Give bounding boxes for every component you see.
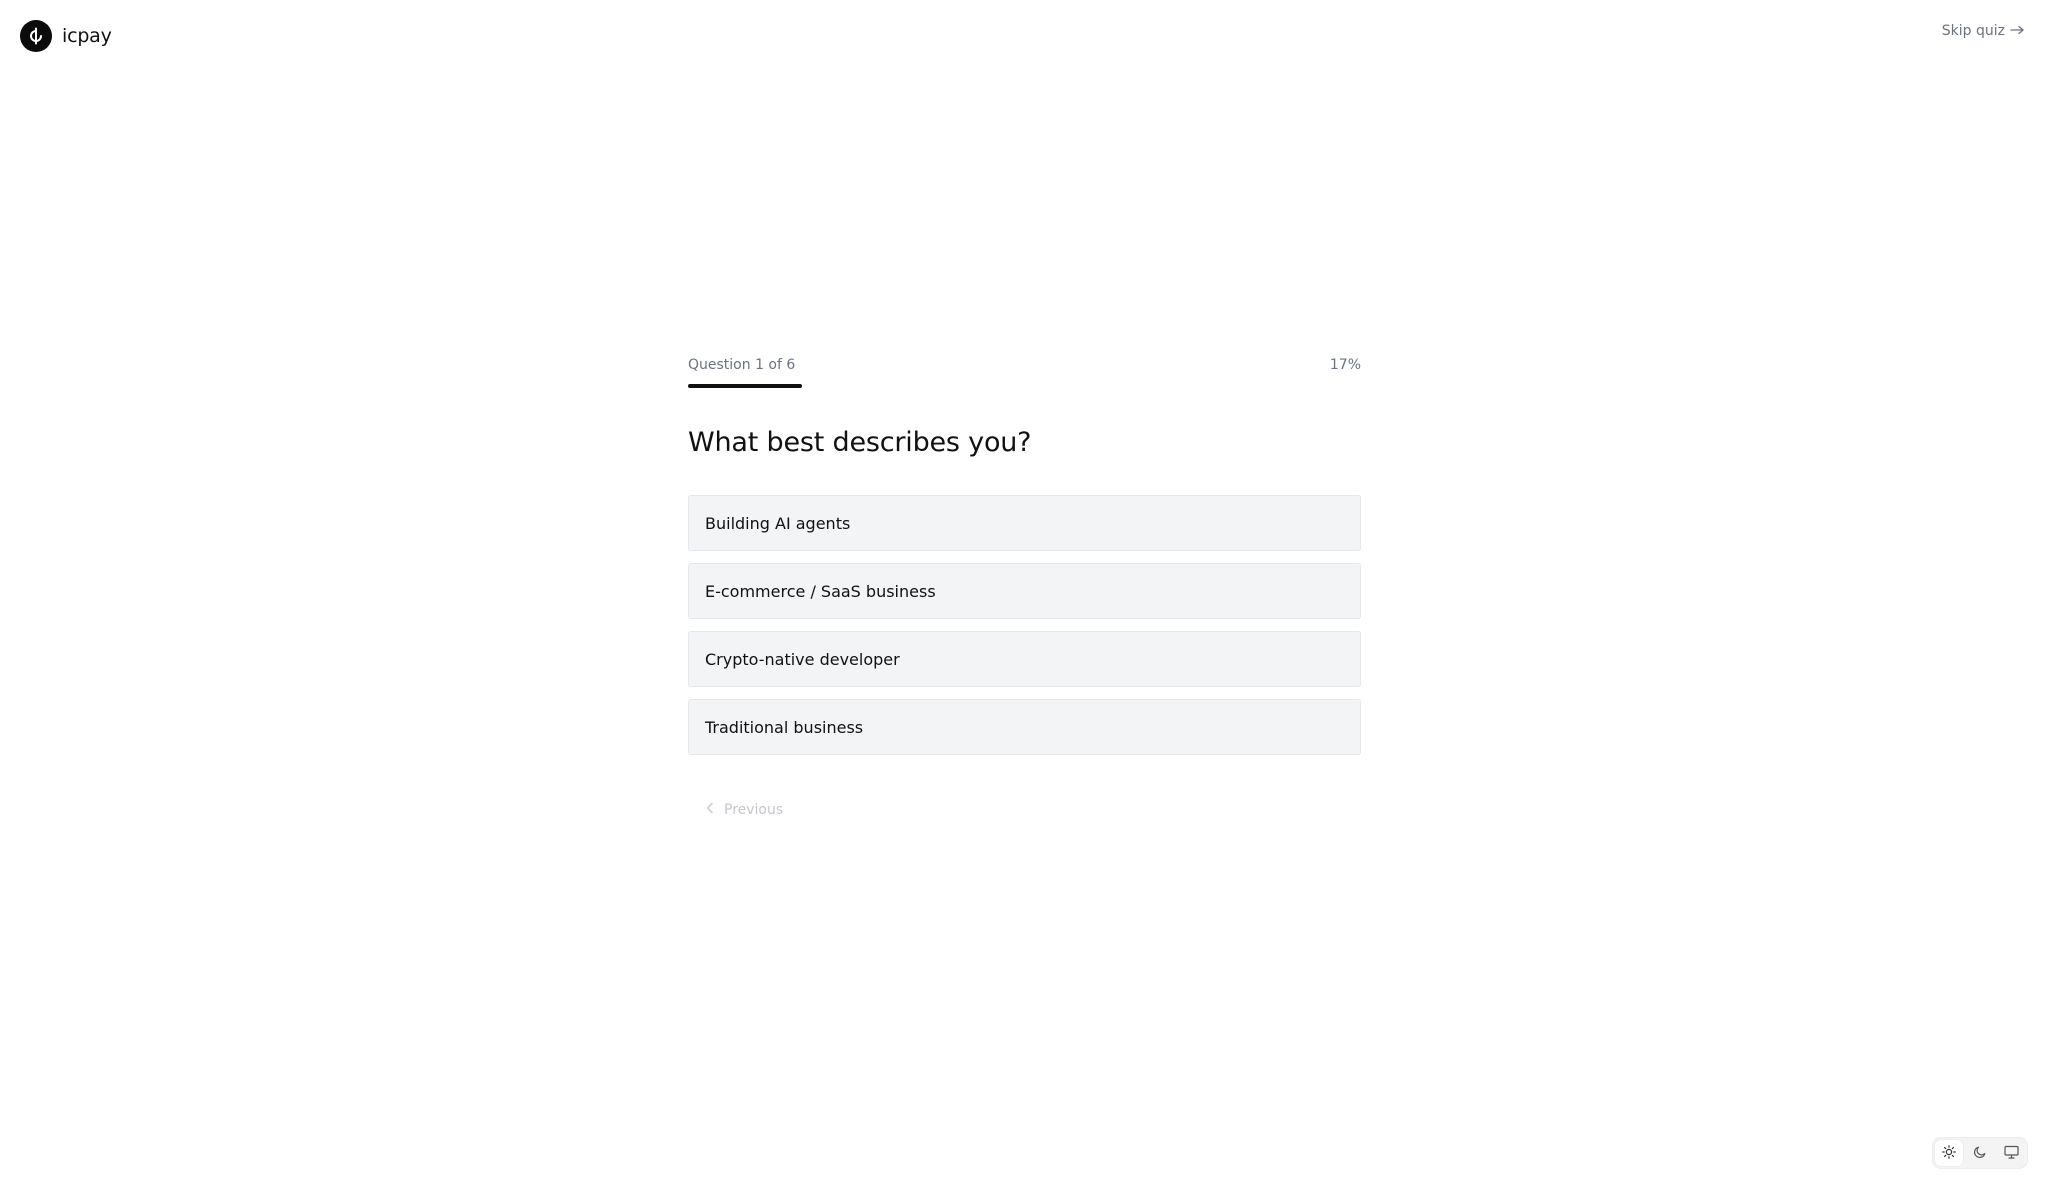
theme-switcher	[1932, 1137, 2028, 1169]
progress-header: Question 1 of 6 17%	[688, 354, 1361, 376]
icpay-logo-icon	[20, 20, 52, 52]
previous-button[interactable]: Previous	[706, 802, 1361, 818]
logo-link[interactable]: icpay	[20, 20, 112, 52]
option-crypto-native-developer[interactable]: Crypto-native developer	[688, 631, 1361, 687]
theme-system-button[interactable]	[1997, 1140, 2025, 1166]
theme-dark-button[interactable]	[1966, 1140, 1994, 1166]
skip-quiz-label: Skip quiz	[1941, 23, 2005, 39]
arrow-right-icon	[2010, 23, 2024, 39]
progress-percent: 17%	[1329, 357, 1361, 373]
skip-quiz-link[interactable]: Skip quiz	[1942, 23, 2024, 39]
theme-light-button[interactable]	[1935, 1140, 1963, 1166]
question-title: What best describes you?	[688, 427, 1032, 458]
progress-bar	[688, 384, 1361, 388]
previous-label: Previous	[724, 802, 784, 818]
answer-options: Building AI agents E-commerce / SaaS bus…	[688, 495, 1361, 755]
moon-icon	[1973, 1144, 1987, 1163]
logo-text: icpay	[62, 25, 112, 47]
sun-icon	[1942, 1144, 1956, 1163]
option-building-ai-agents[interactable]: Building AI agents	[688, 495, 1361, 551]
chevron-left-icon	[706, 802, 714, 818]
option-ecommerce-saas[interactable]: E-commerce / SaaS business	[688, 563, 1361, 619]
progress-bar-fill	[688, 384, 803, 388]
quiz-page: icpay Skip quiz Question 1 of 6 17% What…	[0, 0, 2048, 1194]
option-label: E-commerce / SaaS business	[705, 581, 936, 601]
progress-label: Question 1 of 6	[688, 357, 796, 373]
option-label: Crypto-native developer	[705, 649, 900, 669]
quiz-container: Question 1 of 6 17% What best describes …	[688, 354, 1361, 818]
option-traditional-business[interactable]: Traditional business	[688, 699, 1361, 755]
monitor-icon	[2003, 1144, 2019, 1163]
option-label: Building AI agents	[705, 513, 851, 533]
option-label: Traditional business	[705, 717, 864, 737]
